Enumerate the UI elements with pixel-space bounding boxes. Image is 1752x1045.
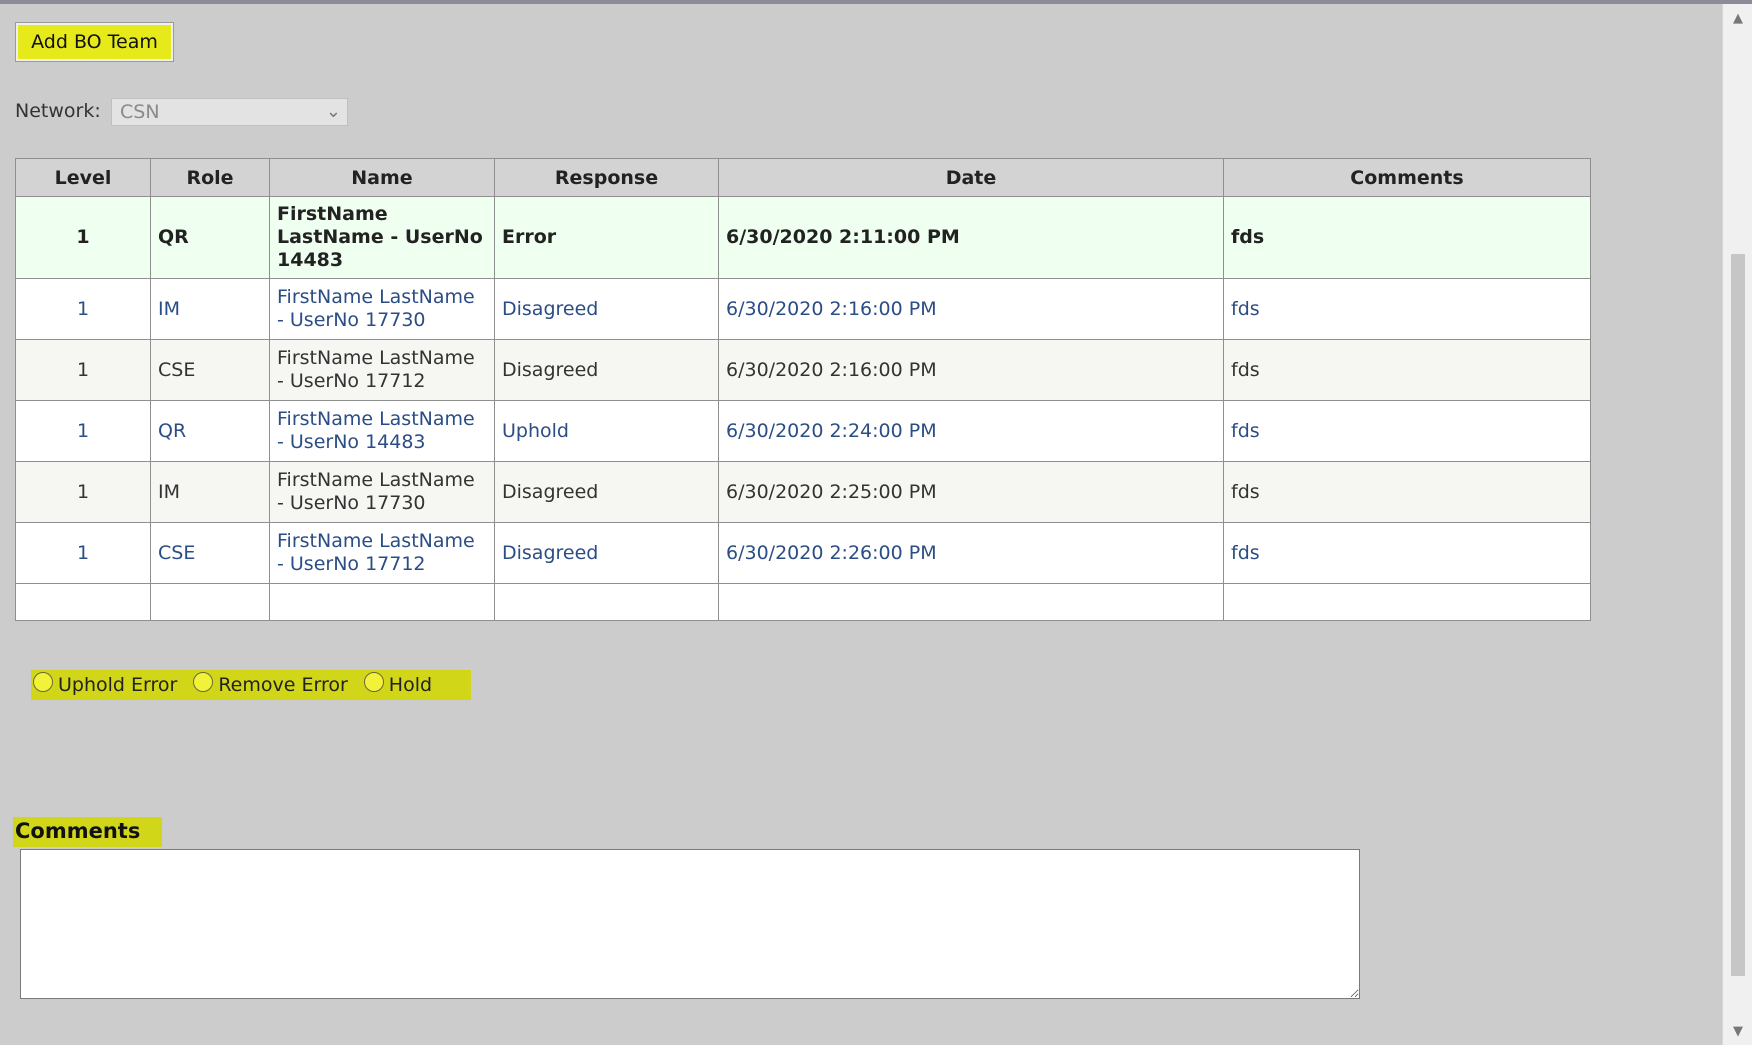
cell-name: FirstName LastName - UserNo 17730 (269, 278, 495, 340)
cell-name: FirstName LastName - UserNo 14483 (269, 196, 495, 279)
radio-remove-error[interactable]: Remove Error (191, 672, 348, 696)
cell-level: 1 (15, 339, 151, 401)
radio-label-remove-error: Remove Error (218, 674, 348, 696)
scroll-down-arrow-icon[interactable]: ▼ (1723, 1019, 1752, 1045)
network-select[interactable]: CSN ⌄ (111, 98, 348, 126)
network-selected-value: CSN (120, 101, 160, 123)
column-header-date[interactable]: Date (718, 158, 1224, 197)
add-bo-team-label: Add BO Team (18, 25, 171, 59)
cell-role: IM (150, 461, 270, 523)
table-row[interactable]: 1 CSE FirstName LastName - UserNo 17712 … (15, 339, 1591, 401)
column-header-role[interactable]: Role (150, 158, 270, 197)
radio-hold[interactable]: Hold (362, 672, 433, 696)
table-row[interactable]: 1 IM FirstName LastName - UserNo 17730 D… (15, 278, 1591, 340)
cell-date: 6/30/2020 2:25:00 PM (718, 461, 1224, 523)
cell-comments: fds (1223, 339, 1591, 401)
radio-button-circle[interactable] (193, 672, 214, 692)
cell-date: 6/30/2020 2:11:00 PM (718, 196, 1224, 279)
radio-label-uphold-error: Uphold Error (58, 674, 178, 696)
cell-role: CSE (150, 339, 270, 401)
cell-response: Uphold (494, 400, 719, 462)
table-header-row: Level Role Name Response Date Comments (15, 158, 1591, 197)
cell-response: Error (494, 196, 719, 279)
cell-role: IM (150, 278, 270, 340)
cell-response: Disagreed (494, 461, 719, 523)
radio-button-circle[interactable] (33, 672, 53, 692)
cell-level: 1 (15, 461, 151, 523)
table-row-empty (15, 583, 1591, 621)
response-history-table: Level Role Name Response Date Comments 1… (15, 158, 1591, 621)
cell-name: FirstName LastName - UserNo 17712 (269, 339, 495, 401)
column-header-level[interactable]: Level (15, 158, 151, 197)
radio-label-hold: Hold (388, 674, 433, 696)
cell-empty (718, 583, 1224, 621)
cell-name: FirstName LastName - UserNo 17730 (269, 461, 495, 523)
cell-empty (1223, 583, 1591, 621)
window-top-border (0, 0, 1752, 4)
cell-name: FirstName LastName - UserNo 17712 (269, 522, 495, 584)
cell-date: 6/30/2020 2:24:00 PM (718, 400, 1224, 462)
cell-comments: fds (1223, 461, 1591, 523)
vertical-scrollbar[interactable]: ▲ ▼ (1722, 4, 1752, 1045)
scrollbar-thumb[interactable] (1731, 254, 1745, 976)
cell-role: QR (150, 400, 270, 462)
cell-response: Disagreed (494, 278, 719, 340)
radio-button-circle[interactable] (363, 672, 384, 692)
cell-level: 1 (15, 196, 151, 279)
decision-radio-group: Uphold Error Remove Error Hold (31, 670, 471, 700)
cell-empty (15, 583, 151, 621)
cell-role: QR (150, 196, 270, 279)
column-header-comments[interactable]: Comments (1223, 158, 1591, 197)
cell-date: 6/30/2020 2:26:00 PM (718, 522, 1224, 584)
cell-comments: fds (1223, 522, 1591, 584)
comments-textarea[interactable] (20, 849, 1360, 999)
radio-uphold-error[interactable]: Uphold Error (31, 672, 178, 696)
cell-level: 1 (15, 522, 151, 584)
add-bo-team-button[interactable]: Add BO Team (15, 22, 174, 62)
cell-comments: fds (1223, 196, 1591, 279)
table-row[interactable]: 1 QR FirstName LastName - UserNo 14483 E… (15, 196, 1591, 279)
chevron-down-icon: ⌄ (325, 101, 341, 122)
cell-empty (269, 583, 495, 621)
column-header-name[interactable]: Name (269, 158, 495, 197)
column-header-response[interactable]: Response (494, 158, 719, 197)
table-row[interactable]: 1 IM FirstName LastName - UserNo 17730 D… (15, 461, 1591, 523)
cell-name: FirstName LastName - UserNo 14483 (269, 400, 495, 462)
cell-response: Disagreed (494, 522, 719, 584)
cell-response: Disagreed (494, 339, 719, 401)
cell-date: 6/30/2020 2:16:00 PM (718, 339, 1224, 401)
cell-empty (150, 583, 270, 621)
cell-level: 1 (15, 400, 151, 462)
comments-label: Comments (13, 817, 162, 847)
cell-comments: fds (1223, 400, 1591, 462)
network-label: Network: (15, 100, 101, 122)
table-row[interactable]: 1 CSE FirstName LastName - UserNo 17712 … (15, 522, 1591, 584)
table-row[interactable]: 1 QR FirstName LastName - UserNo 14483 U… (15, 400, 1591, 462)
scroll-up-arrow-icon[interactable]: ▲ (1723, 6, 1752, 32)
cell-empty (494, 583, 719, 621)
cell-date: 6/30/2020 2:16:00 PM (718, 278, 1224, 340)
cell-role: CSE (150, 522, 270, 584)
cell-level: 1 (15, 278, 151, 340)
cell-comments: fds (1223, 278, 1591, 340)
